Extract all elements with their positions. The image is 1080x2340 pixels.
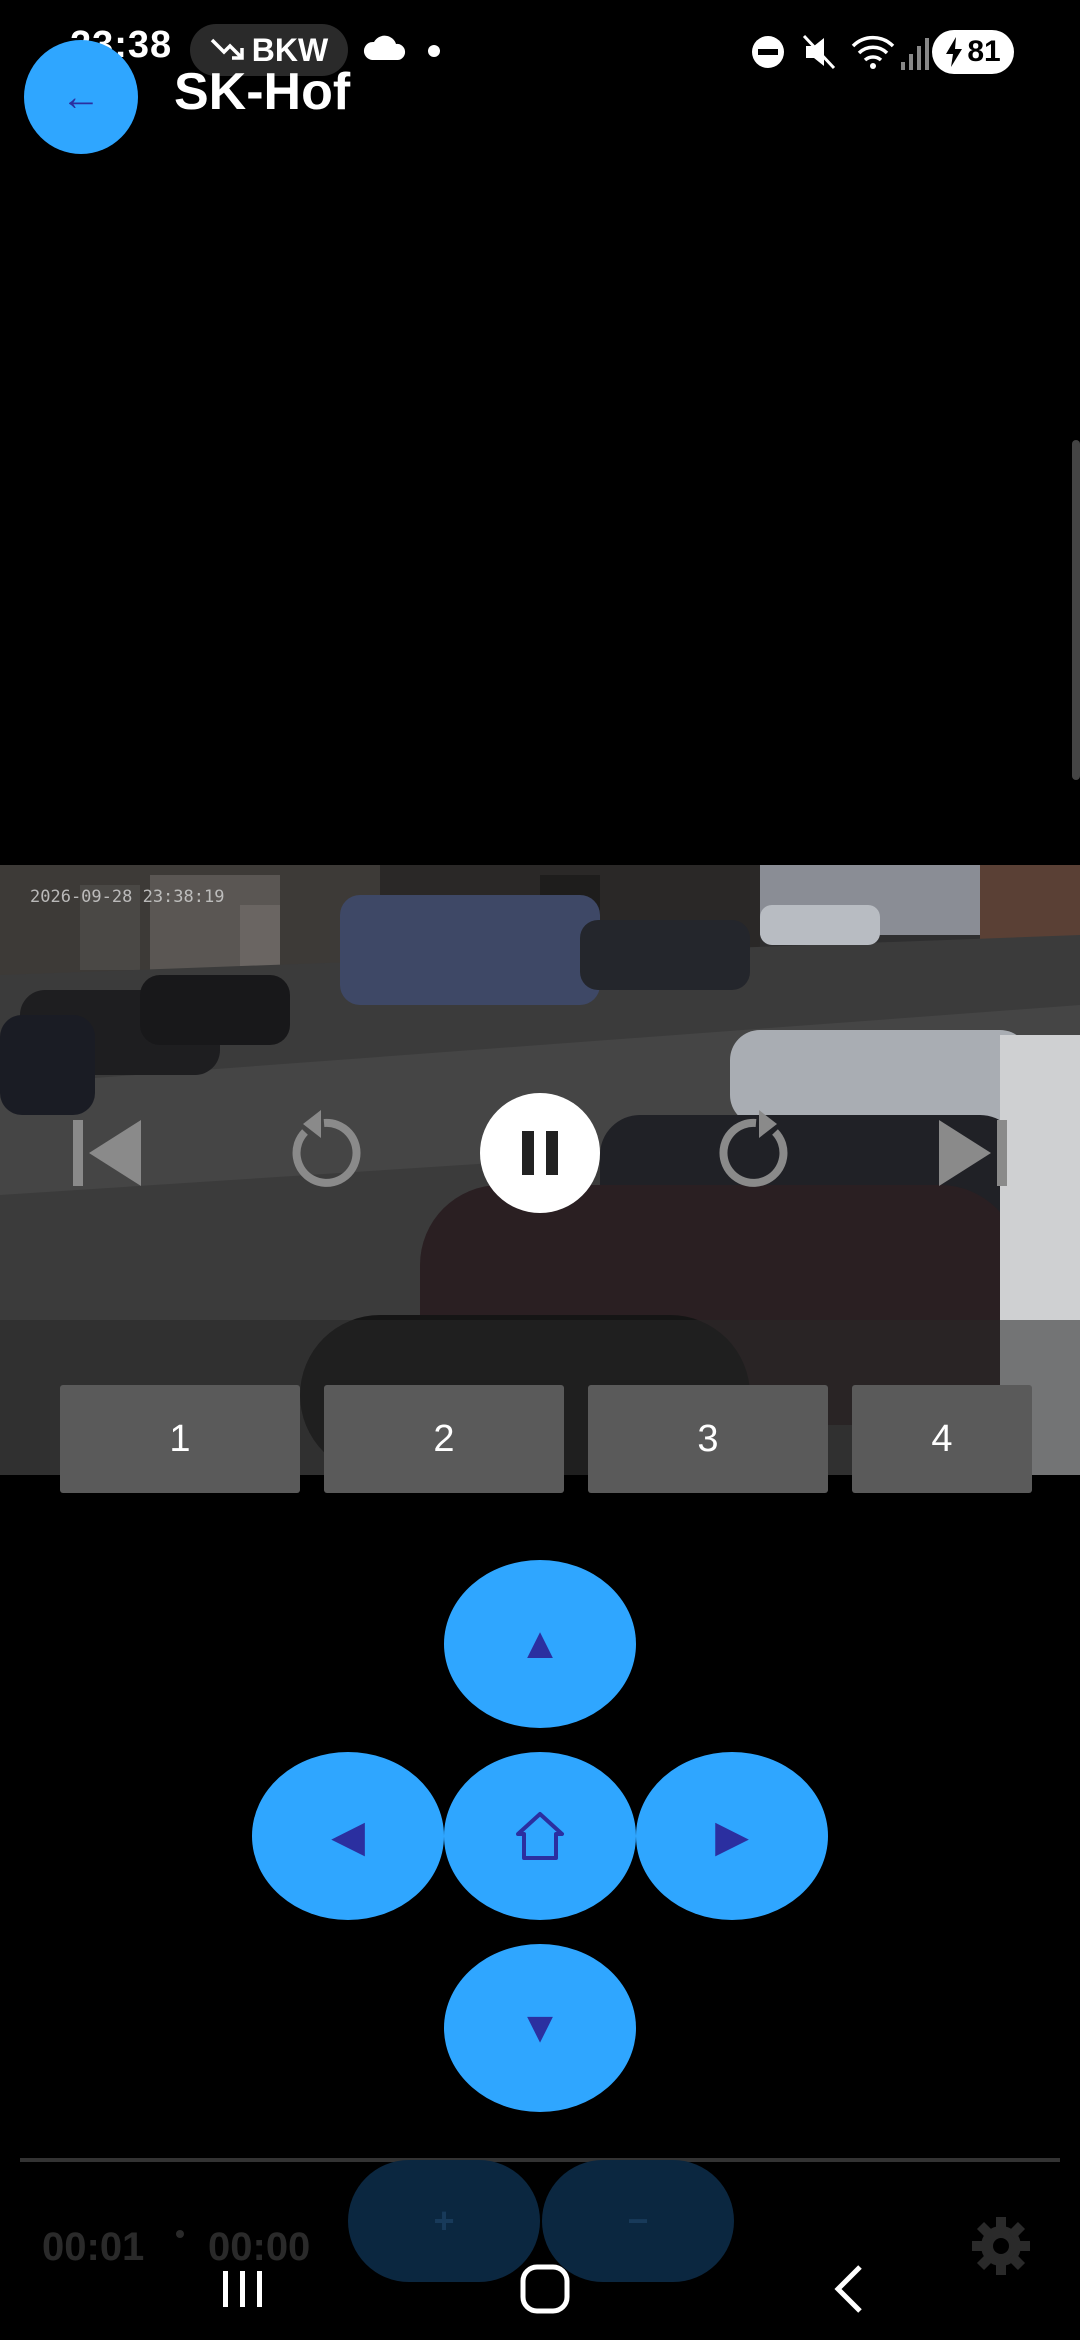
zoom-out-label: −: [627, 2200, 649, 2241]
skip-next-icon: [939, 1119, 1007, 1186]
signal-icon: [901, 38, 929, 70]
scrollbar[interactable]: [1072, 440, 1080, 780]
preset-button-1[interactable]: 1: [60, 1385, 300, 1493]
arrow-down-icon: ▼: [518, 2003, 562, 2052]
notification-dot-icon: [428, 45, 440, 57]
forward-icon: [719, 1109, 788, 1187]
skip-previous-icon: [73, 1119, 141, 1186]
playback-controls: [0, 865, 1080, 1320]
arrow-right-icon: ▶: [715, 1811, 749, 1861]
back-arrow-icon: ←: [61, 74, 101, 119]
replay-icon: [292, 1109, 361, 1187]
recent-apps-button[interactable]: [208, 2254, 278, 2324]
home-icon: [516, 1812, 564, 1860]
recent-apps-icon: [223, 2271, 262, 2307]
system-icons: [750, 24, 1080, 80]
pause-button[interactable]: [480, 1092, 600, 1213]
wifi-icon: [851, 35, 895, 69]
system-nav-bar: [0, 2240, 1080, 2340]
skip-next-button[interactable]: [912, 1093, 1032, 1213]
system-back-button[interactable]: [815, 2254, 885, 2324]
zoom-in-label: +: [433, 2200, 455, 2241]
page-title: SK-Hof: [174, 63, 351, 121]
mute-icon: [802, 34, 836, 70]
preset-row: 1 2 3 4: [60, 1385, 1080, 1493]
timeline-bar[interactable]: [20, 2158, 1060, 2162]
cloud-icon: [363, 35, 406, 60]
status-bar: 23:38 BKW 81: [0, 0, 1080, 100]
battery-level: 81: [967, 35, 1001, 68]
pan-right-button[interactable]: ▶: [636, 1752, 828, 1920]
preset-button-4[interactable]: 4: [852, 1385, 1032, 1493]
pan-down-button[interactable]: ▼: [444, 1944, 636, 2112]
forward-button[interactable]: [696, 1093, 816, 1213]
video-player[interactable]: 2026-09-28 23:38:19: [0, 865, 1080, 1475]
back-button[interactable]: ←: [24, 40, 138, 154]
pause-icon: [522, 1130, 558, 1175]
trending-down-icon: [210, 38, 244, 60]
preset-button-2[interactable]: 2: [324, 1385, 564, 1493]
pan-left-button[interactable]: ◀: [252, 1752, 444, 1920]
home-circle-icon: [520, 2264, 570, 2314]
do-not-disturb-icon: [752, 36, 784, 68]
pan-up-button[interactable]: ▲: [444, 1560, 636, 1728]
arrow-up-icon: ▲: [518, 1619, 562, 1668]
home-button[interactable]: [510, 2254, 580, 2324]
battery-indicator: 81: [932, 30, 1014, 74]
charging-bolt-icon: [946, 37, 963, 67]
home-position-button[interactable]: [444, 1752, 636, 1920]
chevron-left-icon: [834, 2265, 862, 2313]
preset-button-3[interactable]: 3: [588, 1385, 828, 1493]
time-separator-dot: [176, 2230, 184, 2238]
replay-button[interactable]: [264, 1093, 384, 1213]
skip-previous-button[interactable]: [48, 1093, 168, 1213]
arrow-left-icon: ◀: [331, 1811, 365, 1861]
